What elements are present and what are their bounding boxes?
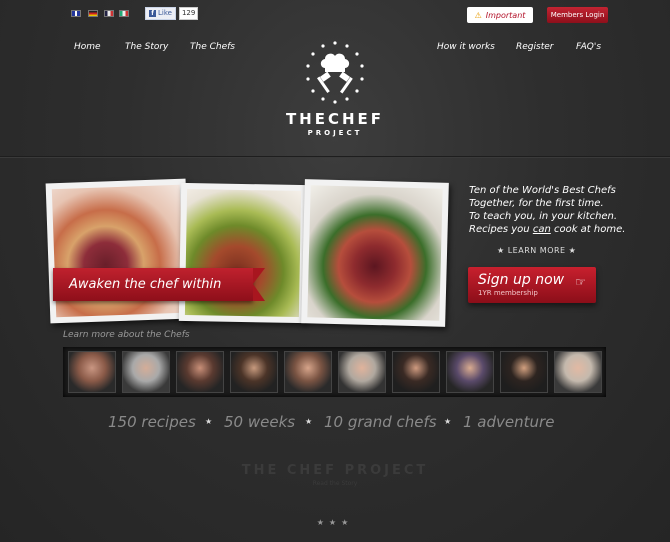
nav-register[interactable]: Register	[516, 42, 553, 52]
header-divider	[0, 156, 670, 158]
facebook-icon: f	[149, 10, 156, 17]
sign-up-label: Sign up now	[478, 272, 565, 288]
chef-portrait[interactable]	[554, 351, 602, 393]
tagline-2: Together, for the first time.	[469, 198, 604, 209]
nav-how-it-works[interactable]: How it works	[437, 42, 495, 52]
italian-flag-icon[interactable]	[119, 10, 129, 17]
page: f Like 129 ⚠ Important Members Login Hom…	[0, 0, 670, 542]
important-label: Important	[485, 10, 526, 20]
chef-portrait[interactable]	[392, 351, 440, 393]
star-icon: ★	[568, 246, 577, 255]
facebook-like-button[interactable]: f Like	[145, 7, 176, 20]
facebook-like-label: Like	[158, 9, 172, 17]
facebook-like[interactable]: f Like 129	[145, 7, 199, 20]
facebook-like-count: 129	[178, 7, 199, 20]
tagline-4: Recipes you can cook at home.	[469, 224, 626, 235]
chef-portrait[interactable]	[446, 351, 494, 393]
chefs-section-label: Learn more about the Chefs	[63, 330, 190, 340]
logo-subtitle: PROJECT	[307, 129, 363, 137]
important-button[interactable]: ⚠ Important	[467, 7, 533, 23]
members-login-button[interactable]: Members Login	[547, 7, 608, 23]
stat-adventure: 1 adventure	[463, 413, 555, 431]
chef-portrait[interactable]	[500, 351, 548, 393]
chef-portrait[interactable]	[284, 351, 332, 393]
chef-portrait[interactable]	[338, 351, 386, 393]
stat-weeks: 50 weeks	[224, 413, 296, 431]
english-flag-icon[interactable]	[71, 10, 81, 17]
logo-title: THECHEF	[285, 110, 385, 128]
tagline-3: To teach you, in your kitchen.	[469, 211, 618, 222]
learn-more-label: LEARN MORE	[507, 246, 566, 255]
chef-hat-logo-icon[interactable]	[300, 38, 370, 108]
top-bar: f Like 129 ⚠ Important Members Login	[0, 0, 670, 34]
warning-icon: ⚠	[474, 10, 482, 20]
german-flag-icon[interactable]	[88, 10, 98, 17]
star-icon: ★	[305, 417, 313, 426]
hero-ribbon: Awaken the chef within	[53, 268, 265, 301]
steak-photo	[301, 179, 449, 327]
nav-home[interactable]: Home	[74, 42, 101, 52]
chef-portrait[interactable]	[176, 351, 224, 393]
star-icon: ★	[444, 417, 452, 426]
chef-portrait[interactable]	[122, 351, 170, 393]
chef-portrait[interactable]	[68, 351, 116, 393]
dessert-photo	[45, 178, 191, 324]
star-icon: ★	[205, 417, 213, 426]
learn-more-link[interactable]: ★ LEARN MORE ★	[497, 246, 576, 255]
nav-the-chefs[interactable]: The Chefs	[190, 42, 235, 52]
nav-faqs[interactable]: FAQ's	[576, 42, 601, 52]
bottom-stars-icon: ★★★	[316, 518, 354, 527]
star-icon: ★	[497, 246, 505, 255]
footer-title: THE CHEF PROJECT	[241, 463, 429, 478]
read-story-link[interactable]: Read the Story	[200, 480, 470, 487]
salad-photo	[178, 182, 308, 324]
chefs-strip	[63, 347, 606, 397]
stat-recipes: 150 recipes	[108, 413, 196, 431]
french-flag-icon[interactable]	[104, 10, 114, 17]
pointing-hand-icon: ☞	[575, 275, 586, 289]
chef-portrait[interactable]	[230, 351, 278, 393]
stat-chefs: 10 grand chefs	[324, 413, 437, 431]
sign-up-sublabel: 1YR membership	[478, 289, 538, 297]
nav-the-story[interactable]: The Story	[125, 42, 168, 52]
tagline-1: Ten of the World's Best Chefs	[469, 185, 616, 196]
sign-up-button[interactable]: Sign up now 1YR membership ☞	[468, 267, 596, 303]
